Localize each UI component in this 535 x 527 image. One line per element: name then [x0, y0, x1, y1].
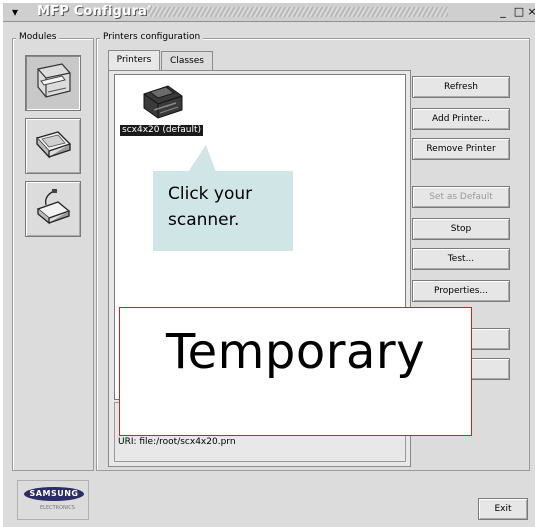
mfp-configurator-window: ▾ MFP Configurator _ □ × Modules Printer… [0, 0, 535, 527]
refresh-button[interactable]: Refresh [412, 76, 510, 98]
minimize-icon[interactable]: _ [496, 5, 510, 19]
temporary-overlay: Temporary [119, 307, 472, 436]
modules-label: Modules [16, 32, 60, 42]
scanner-module-icon [32, 124, 74, 168]
temporary-overlay-text: Temporary [165, 324, 426, 380]
properties-button[interactable]: Properties... [412, 280, 510, 302]
title-bar-grip [148, 7, 448, 17]
maximize-icon[interactable]: □ [512, 5, 526, 19]
tab-classes[interactable]: Classes [161, 51, 213, 70]
remove-printer-button[interactable]: Remove Printer [412, 138, 510, 160]
callout-text: Click your scanner. [168, 181, 252, 233]
samsung-logo-subtitle: ELECTRONICS [40, 505, 75, 511]
printers-module-button[interactable] [25, 55, 81, 111]
callout-pointer [188, 145, 220, 172]
close-icon[interactable]: × [527, 5, 535, 19]
samsung-logo: SAMSUNG [24, 487, 84, 501]
ports-module-button[interactable] [25, 181, 81, 237]
add-printer-button[interactable]: Add Printer... [412, 108, 510, 130]
exit-button[interactable]: Exit [478, 498, 528, 520]
scanners-module-button[interactable] [25, 118, 81, 174]
window-menu-icon[interactable]: ▾ [7, 5, 23, 19]
callout-line-1: Click your [168, 184, 253, 204]
printer-icon[interactable] [140, 80, 186, 126]
stop-button[interactable]: Stop [412, 218, 510, 240]
printers-configuration-label: Printers configuration [100, 32, 204, 42]
test-button[interactable]: Test... [412, 248, 510, 270]
title-bar[interactable]: ▾ MFP Configurator _ □ × [3, 3, 535, 22]
printer-uri-text: URI: file:/root/scx4x20.prn [118, 437, 236, 447]
printer-module-icon [32, 61, 74, 105]
tab-printers[interactable]: Printers [108, 50, 160, 71]
callout-line-2: scanner. [168, 210, 240, 230]
set-as-default-button[interactable]: Set as Default [412, 186, 510, 208]
port-module-icon [32, 187, 74, 231]
printer-item-label[interactable]: scx4x20 (default) [120, 125, 204, 136]
